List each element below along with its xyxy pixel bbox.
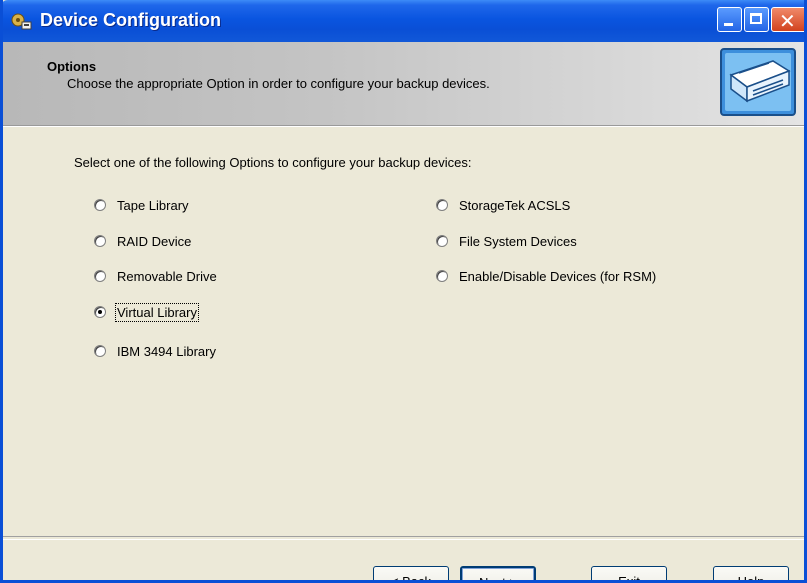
- radio-circle[interactable]: [436, 199, 448, 211]
- radio-ibm-3494-library[interactable]: IBM 3494 Library: [94, 341, 216, 361]
- header-subtitle: Choose the appropriate Option in order t…: [67, 76, 490, 91]
- radio-enable-disable-devices[interactable]: Enable/Disable Devices (for RSM): [436, 266, 656, 286]
- radio-label: Virtual Library: [115, 302, 199, 322]
- header-separator: [3, 126, 804, 127]
- radio-label: StorageTek ACSLS: [459, 197, 571, 213]
- radio-label: Tape Library: [117, 197, 189, 213]
- maximize-button[interactable]: [744, 7, 769, 32]
- device-config-icon: [11, 13, 32, 30]
- radio-label: RAID Device: [117, 233, 192, 249]
- instruction-text: Select one of the following Options to c…: [74, 155, 472, 170]
- title-bar[interactable]: Device Configuration ✕: [3, 0, 804, 42]
- close-button[interactable]: ✕: [771, 7, 804, 33]
- exit-button[interactable]: Exit: [591, 566, 667, 580]
- footer-divider: [3, 536, 804, 540]
- radio-circle[interactable]: [436, 270, 448, 282]
- radio-circle[interactable]: [94, 199, 106, 211]
- radio-storagetek-acsls[interactable]: StorageTek ACSLS: [436, 195, 570, 215]
- radio-label: IBM 3494 Library: [117, 343, 216, 359]
- radio-raid-device[interactable]: RAID Device: [94, 231, 191, 251]
- radio-circle[interactable]: [94, 270, 106, 282]
- radio-circle[interactable]: [94, 235, 106, 247]
- back-button[interactable]: < Back: [373, 566, 449, 580]
- header-band: Options Choose the appropriate Option in…: [3, 42, 804, 126]
- close-icon: ✕: [779, 9, 796, 33]
- radio-circle[interactable]: [94, 345, 106, 357]
- radio-virtual-library[interactable]: Virtual Library: [94, 302, 199, 322]
- minimize-icon: [724, 23, 733, 26]
- radio-circle[interactable]: [436, 235, 448, 247]
- window-title: Device Configuration: [40, 10, 222, 30]
- help-button[interactable]: Help: [713, 566, 789, 580]
- header-title: Options: [47, 59, 97, 74]
- radio-circle-selected[interactable]: [94, 306, 106, 318]
- radio-label: Enable/Disable Devices (for RSM): [459, 268, 657, 284]
- radio-file-system-devices[interactable]: File System Devices: [436, 231, 577, 251]
- next-button[interactable]: Next >: [460, 566, 536, 580]
- radio-label: File System Devices: [459, 233, 577, 249]
- minimize-button[interactable]: [717, 7, 742, 32]
- backup-device-icon: [720, 48, 796, 116]
- maximize-icon: [750, 13, 762, 24]
- radio-dot: [98, 310, 102, 314]
- radio-tape-library[interactable]: Tape Library: [94, 195, 189, 215]
- device-configuration-window: Device Configuration ✕ Options Choose th…: [0, 0, 807, 583]
- radio-label: Removable Drive: [117, 268, 217, 284]
- radio-removable-drive[interactable]: Removable Drive: [94, 266, 217, 286]
